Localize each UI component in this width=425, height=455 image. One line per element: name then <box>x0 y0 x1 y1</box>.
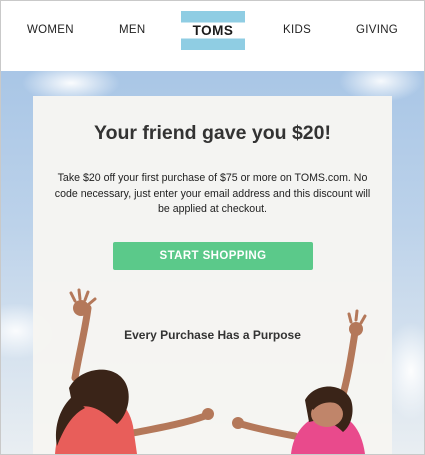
left-child-figure <box>55 288 214 454</box>
promo-card: Your friend gave you $20! Take $20 off y… <box>33 96 392 454</box>
email-frame: WOMEN MEN TOMS KIDS GIVING Your friend g… <box>0 0 425 455</box>
hero-banner: Your friend gave you $20! Take $20 off y… <box>1 71 424 454</box>
nav-giving[interactable]: GIVING <box>356 24 398 36</box>
toms-logo[interactable]: TOMS <box>181 11 245 50</box>
right-child-figure <box>232 309 367 454</box>
nav-men[interactable]: MEN <box>119 24 145 36</box>
nav-women[interactable]: WOMEN <box>27 24 74 36</box>
kids-jumping-photo <box>55 288 367 454</box>
nav-kids[interactable]: KIDS <box>283 24 311 36</box>
top-nav: WOMEN MEN TOMS KIDS GIVING <box>1 1 424 71</box>
logo-text: TOMS <box>192 23 234 38</box>
